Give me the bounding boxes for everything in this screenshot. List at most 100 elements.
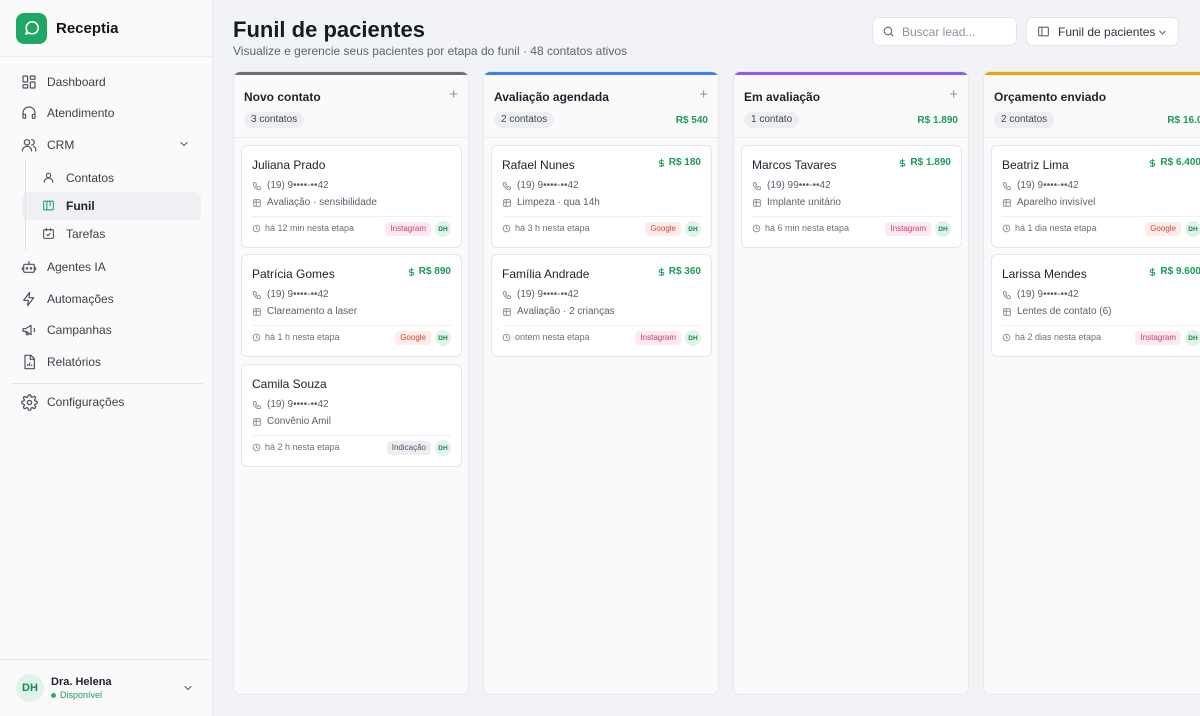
lead-note-row: Lentes de contato (6)	[1002, 306, 1112, 317]
lead-note-row: Aparelho invisível	[1002, 197, 1095, 208]
phone-icon	[1002, 181, 1012, 191]
sidebar: Receptia Dashboard Atendimento CRM Conta…	[0, 0, 213, 716]
add-card-icon[interactable]: +	[949, 87, 958, 103]
owner-avatar: DH	[685, 330, 701, 346]
megaphone-icon	[20, 321, 38, 339]
search-box[interactable]	[872, 17, 1017, 46]
owner-avatar: DH	[435, 221, 451, 237]
lead-value: R$ 9.600	[1148, 266, 1200, 277]
source-tag: Google	[1145, 222, 1181, 236]
lead-phone: (19) 9••••-••42	[267, 399, 329, 410]
lead-name: Patrícia Gomes	[252, 267, 335, 281]
add-card-icon[interactable]: +	[449, 87, 458, 103]
sidebar-item-dashboard[interactable]: Dashboard	[0, 66, 212, 98]
calendar-icon	[752, 198, 762, 208]
lead-note: Avaliação · 2 crianças	[517, 306, 615, 317]
owner-avatar: DH	[1185, 330, 1200, 346]
lead-name: Rafael Nunes	[502, 158, 575, 172]
column-header: Orçamento enviado+2 contatosR$ 16.00	[984, 75, 1200, 138]
sidebar-item-configuracoes[interactable]: Configurações	[0, 387, 212, 419]
add-card-icon[interactable]: +	[699, 87, 708, 103]
column-count-badge: 2 contatos	[494, 112, 555, 128]
chevron-down-icon[interactable]	[178, 138, 190, 150]
person-icon	[42, 171, 56, 185]
bot-icon	[20, 258, 38, 276]
brand: Receptia	[0, 0, 212, 57]
sidebar-item-crm[interactable]: CRM	[0, 129, 212, 161]
lead-note-row: Avaliação · 2 crianças	[502, 306, 615, 317]
lead-card[interactable]: Família Andrade R$ 360 (19) 9••••-••42 Aval…	[491, 254, 712, 357]
lead-phone-row: (19) 9••••-••42	[252, 180, 329, 191]
user-menu[interactable]: DH Dra. Helena Disponível	[0, 659, 212, 716]
lead-card[interactable]: Larissa Mendes R$ 9.600 (19) 9••••-••42 Len…	[991, 254, 1200, 357]
lead-phone-row: (19) 99•••-••42	[752, 180, 831, 191]
sidebar-item-funil[interactable]: Funil	[22, 191, 201, 220]
search-input[interactable]	[902, 24, 1007, 39]
sidebar-item-label: CRM	[47, 137, 75, 152]
lead-value: R$ 6.400	[1148, 157, 1200, 168]
kanban-column: Orçamento enviado+2 contatosR$ 16.00 Beat…	[983, 71, 1200, 695]
sidebar-item-relatorios[interactable]: Relatórios	[0, 346, 212, 378]
column-title: Em avaliação	[744, 90, 821, 104]
sidebar-item-tarefas[interactable]: Tarefas	[22, 220, 201, 248]
lead-time-in-stage: há 3 h nesta etapa	[502, 223, 590, 233]
sidebar-item-label: Atendimento	[47, 106, 115, 121]
phone-icon	[752, 181, 762, 191]
dollar-icon	[657, 158, 666, 168]
lead-time-text: ontem nesta etapa	[515, 332, 590, 342]
lead-phone: (19) 9••••-••42	[1017, 289, 1079, 300]
column-total-value: R$ 540	[675, 115, 708, 126]
source-tag: Instagram	[885, 222, 931, 236]
sidebar-item-agentes-ia[interactable]: Agentes IA	[0, 252, 212, 284]
lead-name: Camila Souza	[252, 377, 327, 391]
lead-card[interactable]: Juliana Prado (19) 9••••-••42 Avaliação · …	[241, 145, 462, 248]
gear-icon	[20, 393, 38, 411]
column-header: Novo contato +3 contatos	[234, 75, 468, 138]
clock-icon	[752, 224, 761, 233]
lead-phone-row: (19) 9••••-••42	[502, 289, 579, 300]
lead-phone: (19) 9••••-••42	[267, 289, 329, 300]
card-divider	[252, 216, 451, 217]
source-tag: Indicação	[386, 441, 431, 455]
chat-bubble-icon[interactable]	[16, 12, 47, 44]
card-divider	[252, 435, 451, 436]
users-icon	[20, 136, 38, 154]
card-divider	[252, 325, 451, 326]
lead-card[interactable]: Beatriz Lima R$ 6.400 (19) 9••••-••42 Apare…	[991, 145, 1200, 248]
sidebar-item-campanhas[interactable]: Campanhas	[0, 315, 212, 347]
lead-time-text: há 2 h nesta etapa	[265, 442, 340, 452]
lead-card[interactable]: Patrícia Gomes R$ 890 (19) 9••••-••42 Clare…	[241, 254, 462, 357]
phone-icon	[252, 290, 262, 300]
chevron-down-icon[interactable]	[182, 682, 194, 694]
clock-icon	[252, 443, 261, 452]
owner-avatar: DH	[685, 221, 701, 237]
lead-phone-row: (19) 9••••-••42	[502, 180, 579, 191]
sidebar-item-label: Dashboard	[47, 74, 106, 89]
sidebar-item-label: Relatórios	[47, 354, 102, 369]
card-divider	[1002, 216, 1200, 217]
lead-name: Família Andrade	[502, 267, 590, 281]
sidebar-item-label: Contatos	[66, 170, 115, 185]
sidebar-item-contatos[interactable]: Contatos	[22, 164, 201, 192]
lead-name: Beatriz Lima	[1002, 158, 1069, 172]
lead-name: Juliana Prado	[252, 158, 326, 172]
column-count-badge: 2 contatos	[994, 112, 1055, 128]
dollar-icon	[407, 267, 416, 277]
dollar-icon	[1148, 267, 1157, 277]
lead-card[interactable]: Camila Souza (19) 9••••-••42 Convênio Amil…	[241, 364, 462, 467]
lead-value: R$ 180	[657, 157, 701, 168]
lead-note: Lentes de contato (6)	[1017, 306, 1112, 317]
lead-card[interactable]: Rafael Nunes R$ 180 (19) 9••••-••42 Limpeza…	[491, 145, 712, 248]
sidebar-item-automacoes[interactable]: Automações	[0, 283, 212, 315]
lead-note: Implante unitário	[767, 197, 841, 208]
sidebar-item-atendimento[interactable]: Atendimento	[0, 98, 212, 130]
calendar-check-icon	[42, 227, 56, 241]
source-tag: Instagram	[1135, 331, 1181, 345]
card-divider	[502, 325, 701, 326]
lead-note-row: Avaliação · sensibilidade	[252, 197, 377, 208]
card-divider	[752, 216, 951, 217]
board-select[interactable]: Funil de pacientes	[1026, 17, 1179, 46]
lead-note-row: Limpeza · qua 14h	[502, 197, 600, 208]
lead-card[interactable]: Marcos Tavares R$ 1.890 (19) 99•••-••42 Imp…	[741, 145, 962, 248]
dollar-icon	[898, 158, 907, 168]
